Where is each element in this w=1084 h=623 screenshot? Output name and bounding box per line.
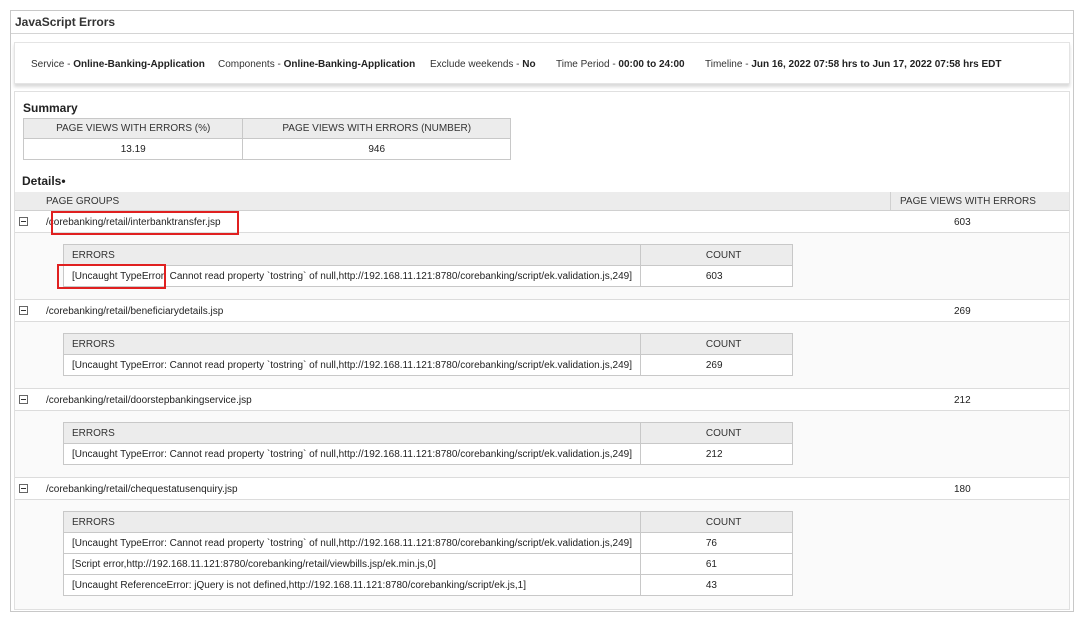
count-header: COUNT — [639, 244, 794, 266]
filter-timeline: Timeline - Jun 16, 2022 07:58 hrs to Jun… — [705, 59, 1002, 70]
page-group-count: 180 — [954, 484, 971, 495]
page-group-count: 269 — [954, 306, 971, 317]
errors-header: ERRORS — [63, 511, 641, 533]
page-group-name: /corebanking/retail/doorstepbankingservi… — [46, 395, 252, 406]
count-header: COUNT — [639, 511, 794, 533]
highlight-box-page-group — [51, 211, 239, 235]
page-group-errors: ERRORS COUNT [Uncaught TypeError: Cannot … — [15, 322, 1069, 389]
page-group-errors: ERRORS COUNT [Uncaught TypeError: Cannot … — [15, 233, 1069, 300]
page-group-name: /corebanking/retail/beneficiarydetails.j… — [46, 306, 224, 317]
error-text: [Uncaught TypeError: Cannot read propert… — [63, 532, 641, 554]
collapse-icon[interactable] — [19, 484, 28, 493]
summary-heading: Summary — [23, 101, 78, 115]
count-header: COUNT — [639, 422, 794, 444]
errors-table: ERRORS COUNT [Uncaught TypeError: Cannot … — [63, 333, 794, 376]
error-count: 76 — [639, 532, 794, 554]
page-group-count: 212 — [954, 395, 971, 406]
error-count: 269 — [639, 354, 794, 376]
summary-header-number: PAGE VIEWS WITH ERRORS (NUMBER) — [242, 118, 511, 139]
error-text: [Uncaught TypeError: Cannot read propert… — [63, 354, 641, 376]
page-group-row[interactable]: /corebanking/retail/chequestatusenquiry.… — [15, 478, 1069, 500]
collapse-icon[interactable] — [19, 217, 28, 226]
filter-components: Components - Online-Banking-Application — [218, 59, 416, 70]
header-page-views-with-errors: PAGE VIEWS WITH ERRORS — [890, 192, 1069, 211]
errors-header: ERRORS — [63, 422, 641, 444]
panel-title: JavaScript Errors — [11, 11, 1073, 34]
report-content: Summary PAGE VIEWS WITH ERRORS (%) PAGE … — [14, 91, 1070, 610]
collapse-icon[interactable] — [19, 395, 28, 404]
page-group-count: 603 — [954, 217, 971, 228]
summary-value-number: 946 — [242, 138, 511, 160]
summary-table: PAGE VIEWS WITH ERRORS (%) PAGE VIEWS WI… — [22, 118, 511, 160]
error-count: 43 — [639, 574, 794, 596]
errors-header: ERRORS — [63, 333, 641, 355]
errors-table: ERRORS COUNT [Uncaught TypeError: Cannot … — [63, 244, 794, 287]
details-heading: Details• — [22, 174, 66, 188]
error-count: 61 — [639, 553, 794, 575]
javascript-errors-panel: JavaScript Errors Service - Online-Banki… — [10, 10, 1074, 612]
collapse-icon[interactable] — [19, 306, 28, 315]
filter-time-period: Time Period - 00:00 to 24:00 — [556, 59, 685, 70]
errors-table: ERRORS COUNT [Uncaught TypeError: Cannot … — [63, 511, 794, 596]
error-text: [Script error,http://192.168.11.121:8780… — [63, 553, 641, 575]
page-group-row[interactable]: /corebanking/retail/beneficiarydetails.j… — [15, 300, 1069, 322]
page-group-errors: ERRORS COUNT [Uncaught TypeError: Cannot … — [15, 500, 1069, 609]
summary-header-percent: PAGE VIEWS WITH ERRORS (%) — [22, 118, 244, 139]
error-text: [Uncaught TypeError: Cannot read propert… — [63, 443, 641, 465]
filter-bar: Service - Online-Banking-Application Com… — [14, 42, 1070, 84]
error-count: 603 — [639, 265, 794, 287]
filter-exclude-weekends: Exclude weekends - No — [430, 59, 536, 70]
summary-value-percent: 13.19 — [22, 138, 244, 160]
filter-service: Service - Online-Banking-Application — [31, 59, 205, 70]
header-page-groups: PAGE GROUPS — [46, 196, 120, 207]
error-text: [Uncaught ReferenceError: jQuery is not … — [63, 574, 641, 596]
errors-table: ERRORS COUNT [Uncaught TypeError: Cannot … — [63, 422, 794, 465]
details-table-header: PAGE GROUPS PAGE VIEWS WITH ERRORS — [15, 192, 1069, 211]
error-count: 212 — [639, 443, 794, 465]
count-header: COUNT — [639, 333, 794, 355]
page-group-errors: ERRORS COUNT [Uncaught TypeError: Cannot … — [15, 411, 1069, 478]
errors-header: ERRORS — [63, 244, 641, 266]
highlight-box-error-type — [57, 264, 166, 289]
page-group-name: /corebanking/retail/chequestatusenquiry.… — [46, 484, 238, 495]
page-group-row[interactable]: /corebanking/retail/doorstepbankingservi… — [15, 389, 1069, 411]
